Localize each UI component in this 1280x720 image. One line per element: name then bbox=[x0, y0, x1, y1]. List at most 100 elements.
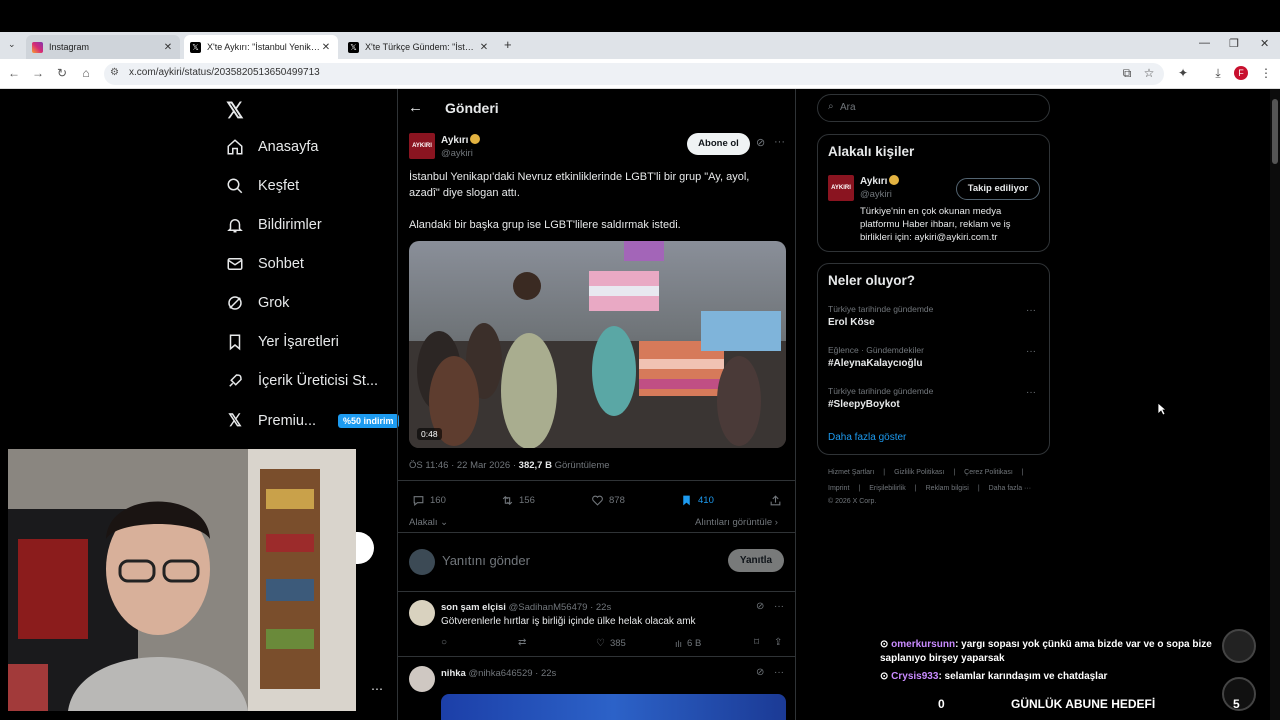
author-avatar[interactable]: AYKIRI bbox=[409, 133, 435, 159]
close-icon[interactable]: ✕ bbox=[478, 42, 490, 53]
url-text[interactable]: x.com/aykiri/status/2035820513650499713 bbox=[129, 67, 320, 78]
verified-badge-icon bbox=[889, 175, 900, 185]
more-options-icon[interactable]: ··· bbox=[1026, 305, 1036, 316]
install-app-icon[interactable]: ⧉ bbox=[1119, 66, 1135, 81]
footer-link[interactable]: Çerez Politikası bbox=[964, 469, 1013, 476]
site-info-icon[interactable]: ⚙ bbox=[110, 67, 119, 78]
post-text-second: Alandaki bir başka grup ise LGBT'lilere … bbox=[409, 219, 681, 231]
repost-button[interactable]: 156 bbox=[501, 494, 535, 507]
nav-premium[interactable]: 𝕏 Premiu... %50 indirim bbox=[226, 411, 399, 431]
tab-instagram[interactable]: Instagram ✕ bbox=[26, 35, 180, 59]
more-options-icon[interactable]: ··· bbox=[1026, 346, 1036, 357]
footer-link[interactable]: Gizlilik Politikası bbox=[894, 469, 944, 476]
profile-avatar[interactable]: F bbox=[1234, 66, 1248, 80]
reply-avatar[interactable] bbox=[409, 666, 435, 692]
nav-messages[interactable]: Sohbet bbox=[226, 255, 304, 273]
grok-icon[interactable]: ⊘ bbox=[756, 667, 764, 678]
footer-link[interactable]: Imprint bbox=[828, 485, 849, 492]
footer-link[interactable]: Erişilebilirlik bbox=[869, 485, 906, 492]
post-column: ← Gönderi AYKIRI Aykırı @aykiri Abone ol… bbox=[397, 89, 796, 720]
extensions-icon[interactable]: ✦ bbox=[1175, 66, 1191, 80]
grok-icon[interactable]: ⊘ bbox=[756, 601, 764, 612]
home-icon bbox=[227, 139, 243, 155]
reply-button[interactable]: 160 bbox=[412, 494, 446, 507]
nav-notifications[interactable]: Bildirimler bbox=[226, 216, 322, 234]
scrollbar-thumb[interactable] bbox=[1272, 99, 1278, 164]
grok-icon[interactable]: ⊘ bbox=[756, 136, 765, 149]
minimize-button[interactable]: — bbox=[1199, 37, 1210, 49]
forward-icon[interactable]: → bbox=[30, 66, 46, 80]
person-avatar[interactable]: AYKIRI bbox=[828, 175, 854, 201]
tab-x-aykiri[interactable]: 𝕏 X'te Aykırı: "İstanbul Yenikapı'da... … bbox=[184, 35, 338, 59]
user-avatar bbox=[409, 549, 435, 575]
person-name[interactable]: Aykırı bbox=[860, 175, 900, 187]
show-more-link[interactable]: Daha fazla göster bbox=[828, 432, 906, 443]
post-text: İstanbul Yenikapı'daki Nevruz etkinlikle… bbox=[409, 171, 750, 199]
share-icon[interactable]: ⇪ bbox=[774, 637, 782, 648]
bookmark-icon[interactable]: ⌑ bbox=[754, 637, 759, 648]
trend-item[interactable]: Eğlence · Gündemdekiler #AleynaKalaycıoğ… bbox=[828, 345, 924, 369]
verified-badge-icon bbox=[470, 134, 481, 144]
star-icon[interactable]: ☆ bbox=[1141, 66, 1157, 80]
back-arrow-icon[interactable]: ← bbox=[408, 99, 423, 116]
like-button[interactable]: 878 bbox=[591, 494, 625, 507]
close-icon[interactable]: ✕ bbox=[320, 42, 332, 53]
webcam-frame bbox=[8, 449, 356, 711]
footer-link[interactable]: Daha fazla ··· bbox=[989, 485, 1031, 492]
trend-item[interactable]: Türkiye tarihinde gündemde #SleepyBoykot bbox=[828, 386, 933, 410]
restore-button[interactable]: ❐ bbox=[1229, 37, 1239, 50]
reply-media[interactable] bbox=[441, 694, 786, 720]
video-duration: 0:48 bbox=[417, 428, 442, 440]
nav-grok[interactable]: Grok bbox=[226, 294, 289, 312]
person-handle[interactable]: @aykiri bbox=[860, 189, 892, 200]
more-options-icon[interactable]: ··· bbox=[1026, 387, 1036, 398]
more-options-icon[interactable]: ··· bbox=[774, 601, 784, 612]
back-icon[interactable]: ← bbox=[6, 66, 22, 80]
author-name[interactable]: Aykırı bbox=[441, 134, 481, 146]
share-button[interactable] bbox=[769, 494, 782, 507]
tab-x-turkce-gundem[interactable]: 𝕏 X'te Türkçe Gündem: "İstanbul... ✕ bbox=[342, 35, 496, 59]
close-icon[interactable]: ✕ bbox=[162, 42, 174, 53]
nav-explore[interactable]: Keşfet bbox=[226, 177, 299, 195]
home-icon[interactable]: ⌂ bbox=[78, 66, 94, 80]
bookmark-button[interactable]: 410 bbox=[680, 494, 714, 507]
reply-views[interactable]: ılı 6 B bbox=[675, 638, 701, 649]
reply-author[interactable]: nihka @nihka646529 · 22s bbox=[441, 668, 556, 679]
download-icon[interactable]: ⤓ bbox=[1210, 66, 1226, 81]
menu-icon[interactable]: ⋮ bbox=[1258, 66, 1274, 80]
nav-home[interactable]: Anasayfa bbox=[226, 138, 318, 156]
tab-search-chevron-icon[interactable]: ⌄ bbox=[8, 39, 16, 50]
reply-avatar[interactable] bbox=[409, 600, 435, 626]
goal-label: GÜNLÜK ABUNE HEDEFİ bbox=[1011, 697, 1156, 711]
rocket-icon bbox=[229, 374, 242, 387]
more-options-icon[interactable]: ··· bbox=[774, 136, 785, 148]
author-handle[interactable]: @aykiri bbox=[441, 148, 473, 159]
view-quotes-link[interactable]: Alıntıları görüntüle › bbox=[695, 517, 778, 528]
reply-icon[interactable]: ○ bbox=[441, 637, 447, 648]
trend-item[interactable]: Türkiye tarihinde gündemde Erol Köse bbox=[828, 304, 933, 328]
screen-top-bar bbox=[0, 0, 1280, 32]
reply-input[interactable]: Yanıtını gönder bbox=[442, 553, 530, 568]
footer-link[interactable]: Reklam bilgisi bbox=[926, 485, 969, 492]
new-tab-button[interactable]: + bbox=[504, 37, 512, 52]
search-input[interactable]: ⌕ Ara bbox=[817, 94, 1050, 122]
reply-like-button[interactable]: ♡ 385 bbox=[596, 638, 626, 649]
reply-submit-button[interactable]: Yanıtla bbox=[728, 549, 784, 572]
page-scrollbar[interactable] bbox=[1270, 89, 1280, 720]
post-video[interactable]: 0:48 bbox=[409, 241, 786, 448]
more-options-icon[interactable]: ··· bbox=[774, 667, 784, 678]
reply-text: Götverenlerle hırtlar iş birliği içinde … bbox=[441, 616, 696, 627]
footer-link[interactable]: Hizmet Şartları bbox=[828, 469, 874, 476]
subscribe-button[interactable]: Abone ol bbox=[687, 133, 750, 155]
relevance-sort-dropdown[interactable]: Alakalı ⌄ bbox=[409, 517, 448, 528]
more-icon[interactable]: ⋯ bbox=[371, 682, 383, 696]
repost-icon[interactable]: ⇄ bbox=[518, 637, 526, 648]
window-close-button[interactable]: ✕ bbox=[1260, 37, 1269, 50]
following-button[interactable]: Takip ediliyor bbox=[956, 178, 1040, 200]
x-logo-icon[interactable]: 𝕏 bbox=[226, 98, 244, 124]
reload-icon[interactable]: ↻ bbox=[54, 66, 70, 80]
post-meta: ÖS 11:46 · 22 Mar 2026 · 382,7 B Görüntü… bbox=[409, 460, 610, 471]
nav-bookmarks[interactable]: Yer İşaretleri bbox=[226, 333, 339, 351]
nav-creator-studio[interactable]: İçerik Üreticisi St... bbox=[226, 372, 378, 390]
reply-author[interactable]: son şam elçisi @SadihanM56479 · 22s bbox=[441, 602, 611, 613]
